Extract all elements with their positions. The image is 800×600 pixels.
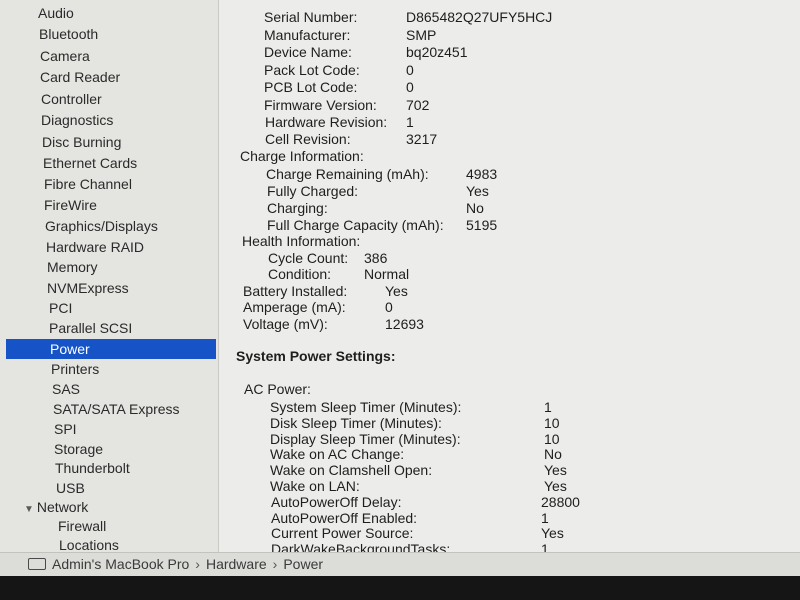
sidebar-item-disc-burning[interactable]: Disc Burning bbox=[42, 132, 121, 152]
sidebar-item-usb[interactable]: USB bbox=[56, 478, 85, 498]
sidebar-item-locations[interactable]: Locations bbox=[59, 535, 119, 552]
info-key: Firmware Version: bbox=[264, 97, 377, 113]
system-information-window: Audio Bluetooth Camera Card Reader Contr… bbox=[0, 0, 800, 600]
info-value: Yes bbox=[466, 183, 489, 199]
sidebar-item-card-reader[interactable]: Card Reader bbox=[40, 67, 120, 87]
path-segment-hardware[interactable]: Hardware bbox=[206, 553, 267, 576]
sidebar-item-thunderbolt[interactable]: Thunderbolt bbox=[55, 458, 130, 478]
sidebar-item-hardware-raid[interactable]: Hardware RAID bbox=[46, 237, 144, 257]
sidebar-item-printers[interactable]: Printers bbox=[51, 359, 99, 379]
screen-bezel bbox=[0, 576, 800, 600]
info-value: 0 bbox=[385, 299, 393, 315]
info-value: 0 bbox=[406, 79, 414, 95]
sidebar-item-graphics-displays[interactable]: Graphics/Displays bbox=[45, 216, 158, 236]
disclosure-triangle-icon[interactable]: ▼ bbox=[24, 500, 34, 520]
detail-pane: Serial Number: D865482Q27UFY5HCJ Manufac… bbox=[219, 0, 800, 552]
info-key: Hardware Revision: bbox=[265, 114, 388, 130]
info-value: 4983 bbox=[466, 166, 498, 182]
health-information-heading: Health Information: bbox=[242, 233, 361, 249]
sidebar-item-memory[interactable]: Memory bbox=[47, 257, 98, 277]
info-key: Cell Revision: bbox=[265, 131, 351, 147]
sidebar-item-power[interactable]: Power bbox=[6, 339, 216, 359]
info-key: Charging: bbox=[267, 200, 328, 216]
path-bar: Admin's MacBook Pro › Hardware › Power bbox=[0, 552, 800, 576]
info-value: 12693 bbox=[385, 316, 424, 332]
info-key: PCB Lot Code: bbox=[264, 79, 358, 95]
info-key: Full Charge Capacity (mAh): bbox=[267, 217, 444, 233]
path-segment-computer[interactable]: Admin's MacBook Pro bbox=[52, 553, 189, 576]
sidebar-item-sas[interactable]: SAS bbox=[52, 379, 80, 399]
info-key: Device Name: bbox=[264, 44, 352, 60]
info-key: Serial Number: bbox=[264, 9, 358, 25]
sidebar-item-controller[interactable]: Controller bbox=[41, 89, 102, 109]
sidebar-item-firewall[interactable]: Firewall bbox=[58, 516, 106, 536]
sidebar-item-spi[interactable]: SPI bbox=[54, 419, 77, 439]
info-value: 1 bbox=[541, 541, 549, 552]
charge-information-heading: Charge Information: bbox=[240, 148, 364, 164]
info-value: bq20z451 bbox=[406, 44, 468, 60]
ac-power-heading: AC Power: bbox=[244, 381, 311, 397]
info-value: 5195 bbox=[466, 217, 498, 233]
info-value: 702 bbox=[406, 97, 430, 113]
sidebar-item-pci[interactable]: PCI bbox=[49, 298, 72, 318]
sidebar-item-bluetooth[interactable]: Bluetooth bbox=[39, 24, 98, 44]
info-key: Manufacturer: bbox=[264, 27, 351, 43]
info-key: Charge Remaining (mAh): bbox=[266, 166, 429, 182]
path-segment-power[interactable]: Power bbox=[283, 553, 323, 576]
info-key: Amperage (mA): bbox=[243, 299, 346, 315]
info-value: No bbox=[466, 200, 484, 216]
sidebar[interactable]: Audio Bluetooth Camera Card Reader Contr… bbox=[0, 0, 219, 552]
info-key: Fully Charged: bbox=[267, 183, 359, 199]
info-value: 1 bbox=[406, 114, 414, 130]
sidebar-item-diagnostics[interactable]: Diagnostics bbox=[41, 110, 113, 130]
info-value: 3217 bbox=[406, 131, 438, 147]
info-value: 0 bbox=[406, 62, 414, 78]
sidebar-item-audio[interactable]: Audio bbox=[38, 3, 74, 23]
path-separator: › bbox=[272, 556, 278, 572]
info-value: SMP bbox=[406, 27, 437, 43]
sidebar-item-camera[interactable]: Camera bbox=[40, 46, 90, 66]
sidebar-item-sata-express[interactable]: SATA/SATA Express bbox=[53, 399, 180, 419]
sidebar-item-fibre-channel[interactable]: Fibre Channel bbox=[44, 174, 132, 194]
sidebar-item-network[interactable]: ▼ Network bbox=[24, 497, 88, 517]
sidebar-item-network-label: Network bbox=[36, 499, 89, 515]
sidebar-item-storage[interactable]: Storage bbox=[54, 439, 103, 459]
info-value: Normal bbox=[364, 266, 410, 282]
laptop-icon bbox=[28, 558, 46, 571]
sidebar-item-firewire[interactable]: FireWire bbox=[44, 195, 97, 215]
info-key: DarkWakeBackgroundTasks: bbox=[271, 541, 451, 552]
info-value: D865482Q27UFY5HCJ bbox=[406, 9, 553, 25]
info-key: Pack Lot Code: bbox=[264, 62, 360, 78]
info-key: Condition: bbox=[268, 266, 332, 282]
path-separator: › bbox=[195, 556, 200, 572]
sidebar-item-nvmexpress[interactable]: NVMExpress bbox=[47, 278, 129, 298]
sidebar-item-ethernet-cards[interactable]: Ethernet Cards bbox=[43, 153, 137, 173]
info-key: Voltage (mV): bbox=[243, 316, 328, 332]
system-power-settings-heading: System Power Settings: bbox=[236, 348, 396, 364]
sidebar-item-parallel-scsi[interactable]: Parallel SCSI bbox=[49, 318, 132, 338]
